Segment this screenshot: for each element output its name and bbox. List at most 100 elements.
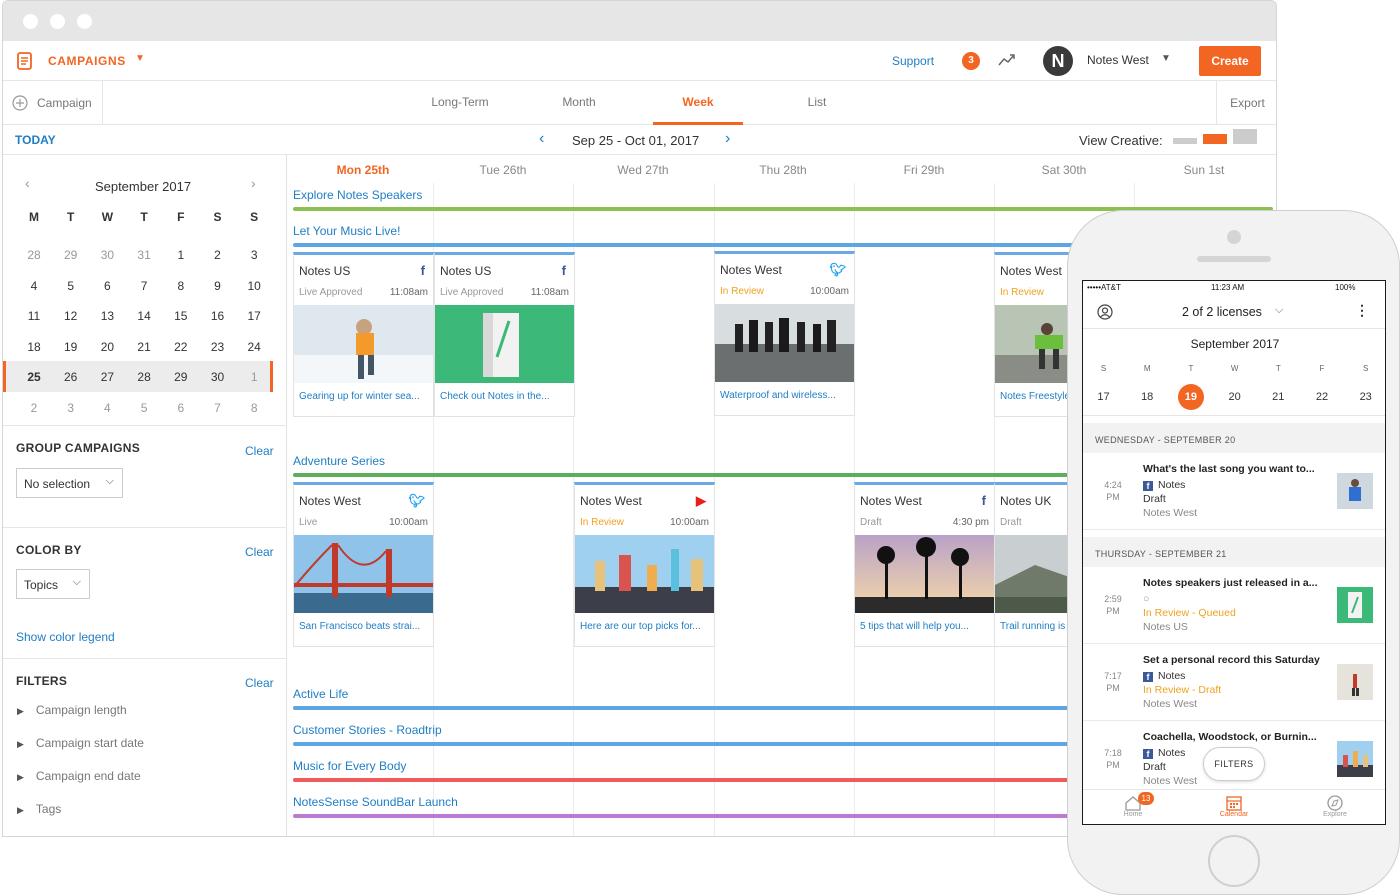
- add-campaign-button[interactable]: Campaign: [3, 81, 103, 125]
- campaign-title[interactable]: Active Life: [293, 687, 348, 701]
- nav-home[interactable]: Home: [1083, 790, 1183, 818]
- licenses-switcher[interactable]: 2 of 2 licenses: [1182, 305, 1262, 319]
- more-icon[interactable]: ⋮: [1355, 302, 1369, 319]
- window-minimize-dot[interactable]: [50, 14, 65, 29]
- cal-prev-icon[interactable]: ‹: [25, 175, 30, 191]
- tab-long-term[interactable]: Long-Term: [415, 81, 505, 125]
- tab-list[interactable]: List: [772, 81, 862, 125]
- view-small-toggle[interactable]: [1173, 138, 1197, 144]
- calendar-day[interactable]: 4: [16, 279, 52, 293]
- calendar-day[interactable]: 20: [89, 340, 125, 354]
- support-link[interactable]: Support: [892, 54, 934, 68]
- section-menu[interactable]: CAMPAIGNS: [48, 54, 126, 68]
- calendar-day[interactable]: 23: [200, 340, 236, 354]
- group-select[interactable]: No selection ⌵: [16, 468, 123, 498]
- color-by-select[interactable]: Topics ⌵: [16, 569, 90, 599]
- calendar-day[interactable]: 14: [126, 309, 162, 323]
- calendar-day[interactable]: 28: [126, 370, 162, 384]
- show-color-legend-link[interactable]: Show color legend: [16, 630, 115, 644]
- tab-month[interactable]: Month: [534, 81, 624, 125]
- next-week-icon[interactable]: ›: [725, 130, 730, 148]
- post-card[interactable]: Notes West f Draft 4:30 pm 5 tips that w…: [854, 482, 995, 647]
- campaign-title[interactable]: Customer Stories - Roadtrip: [293, 723, 442, 737]
- calendar-day[interactable]: 5: [53, 279, 89, 293]
- campaign-title[interactable]: Explore Notes Speakers: [293, 188, 422, 202]
- post-card[interactable]: Notes US f Live Approved 11:08am Gearing…: [293, 252, 434, 417]
- trending-icon[interactable]: [998, 53, 1016, 67]
- calendar-day[interactable]: 9: [200, 279, 236, 293]
- export-button[interactable]: Export: [1216, 81, 1276, 125]
- calendar-day[interactable]: 7: [126, 279, 162, 293]
- calendar-day[interactable]: 2: [200, 248, 236, 262]
- calendar-day[interactable]: 8: [163, 279, 199, 293]
- calendar-day[interactable]: 2: [16, 401, 52, 415]
- post-list-item[interactable]: 7:17 PM Set a personal record this Saturd…: [1083, 644, 1385, 721]
- calendar-day[interactable]: 5: [126, 401, 162, 415]
- calendar-day[interactable]: 8: [236, 401, 272, 415]
- color-clear-link[interactable]: Clear: [245, 545, 274, 559]
- tab-week[interactable]: Week: [653, 81, 743, 125]
- campaign-title[interactable]: NotesSense SoundBar Launch: [293, 795, 458, 809]
- chevron-down-icon[interactable]: ⌵: [1275, 304, 1283, 317]
- user-name[interactable]: Notes West: [1087, 53, 1149, 67]
- phone-calendar-day[interactable]: 17: [1083, 391, 1125, 403]
- user-menu-caret-icon[interactable]: ▼: [1161, 53, 1171, 64]
- nav-explore[interactable]: Explore: [1285, 790, 1385, 818]
- campaign-title[interactable]: Music for Every Body: [293, 759, 406, 773]
- filters-button[interactable]: FILTERS: [1203, 747, 1265, 781]
- post-card[interactable]: Notes West 🐦︎ In Review 10:00am Waterpro…: [714, 251, 855, 416]
- calendar-day[interactable]: 17: [236, 309, 272, 323]
- today-button[interactable]: TODAY: [15, 133, 56, 147]
- window-zoom-dot[interactable]: [77, 14, 92, 29]
- phone-calendar-day[interactable]: 22: [1301, 391, 1344, 403]
- calendar-day[interactable]: 27: [89, 370, 125, 384]
- calendar-day[interactable]: 30: [200, 370, 236, 384]
- phone-calendar-day[interactable]: 20: [1213, 391, 1256, 403]
- calendar-day[interactable]: 7: [200, 401, 236, 415]
- phone-calendar-day[interactable]: 21: [1257, 391, 1300, 403]
- calendar-day[interactable]: 29: [163, 370, 199, 384]
- calendar-day[interactable]: 26: [53, 370, 89, 384]
- calendar-day[interactable]: 19: [53, 340, 89, 354]
- phone-calendar-day[interactable]: 19: [1169, 391, 1212, 403]
- profile-icon[interactable]: [1097, 304, 1113, 320]
- calendar-day[interactable]: 10: [236, 279, 272, 293]
- calendar-day[interactable]: 6: [163, 401, 199, 415]
- post-card[interactable]: Notes West ▶ In Review 10:00am Here are …: [574, 482, 715, 647]
- calendar-day[interactable]: 3: [236, 248, 272, 262]
- filter-campaign-start-date[interactable]: ▶ Campaign start date: [17, 736, 267, 769]
- calendar-day[interactable]: 1: [163, 248, 199, 262]
- phone-home-button[interactable]: [1208, 835, 1260, 887]
- calendar-day[interactable]: 28: [16, 248, 52, 262]
- group-clear-link[interactable]: Clear: [245, 444, 274, 458]
- calendar-day[interactable]: 3: [53, 401, 89, 415]
- calendar-day[interactable]: 12: [53, 309, 89, 323]
- calendar-day[interactable]: 15: [163, 309, 199, 323]
- calendar-day[interactable]: 11: [16, 309, 52, 323]
- post-list-item[interactable]: 4:24 PM What's the last song you want to.…: [1083, 453, 1385, 530]
- view-medium-toggle[interactable]: [1203, 134, 1227, 144]
- cal-next-icon[interactable]: ›: [251, 175, 256, 191]
- create-button[interactable]: Create: [1199, 46, 1261, 76]
- filter-tags[interactable]: ▶ Tags: [17, 802, 267, 835]
- calendar-day[interactable]: 16: [200, 309, 236, 323]
- calendar-day[interactable]: 1: [236, 370, 272, 384]
- calendar-day[interactable]: 22: [163, 340, 199, 354]
- campaign-title[interactable]: Adventure Series: [293, 454, 385, 468]
- phone-calendar-day[interactable]: 23: [1344, 391, 1385, 403]
- calendar-day[interactable]: 18: [16, 340, 52, 354]
- phone-calendar-day[interactable]: 18: [1126, 391, 1169, 403]
- calendar-day[interactable]: 21: [126, 340, 162, 354]
- view-large-toggle[interactable]: [1233, 129, 1257, 144]
- calendar-day[interactable]: 31: [126, 248, 162, 262]
- caret-down-icon[interactable]: ▼: [135, 53, 145, 64]
- calendar-day[interactable]: 13: [89, 309, 125, 323]
- filters-clear-link[interactable]: Clear: [245, 676, 274, 690]
- notifications-badge[interactable]: 3: [962, 52, 980, 70]
- window-close-dot[interactable]: [23, 14, 38, 29]
- calendar-day[interactable]: 4: [89, 401, 125, 415]
- post-card[interactable]: Notes US f Live Approved 11:08am Check o…: [434, 252, 575, 417]
- post-card[interactable]: Notes West 🐦︎ Live 10:00am San Francisco…: [293, 482, 434, 647]
- nav-calendar[interactable]: Calendar: [1184, 790, 1284, 818]
- post-list-item[interactable]: 2:59 PM Notes speakers just released in a…: [1083, 567, 1385, 644]
